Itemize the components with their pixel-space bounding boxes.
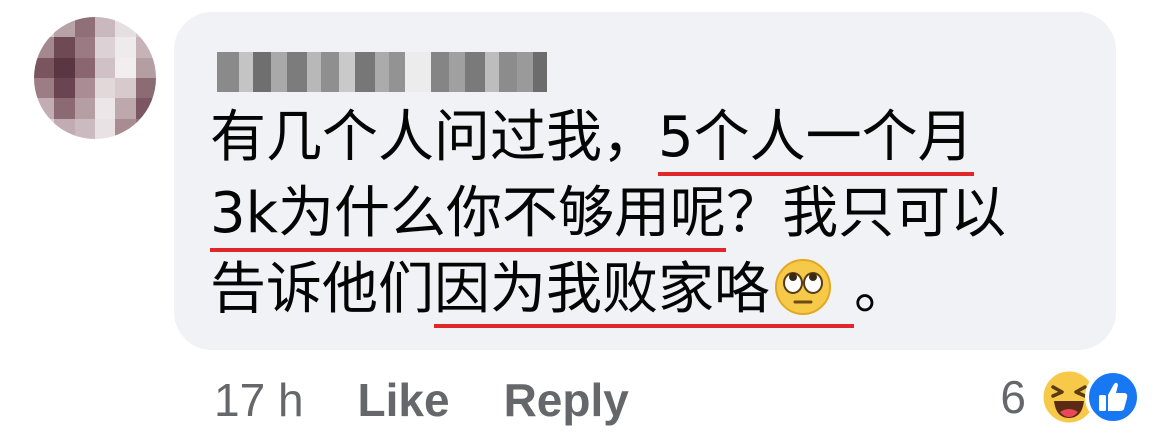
reactions-summary[interactable]: 6 bbox=[1000, 366, 1142, 428]
author-name[interactable] bbox=[217, 52, 547, 92]
reply-button[interactable]: Reply bbox=[504, 373, 629, 427]
underlined-text: 5个人一个月 bbox=[658, 105, 974, 176]
avatar[interactable] bbox=[34, 17, 156, 139]
comment-text: 有几个人问过我，5个人一个月 3k为什么你不够用呢？我只可以 告诉他们因为我败家… bbox=[210, 100, 1090, 328]
comment-line-3: 告诉他们因为我败家咯 。 bbox=[210, 252, 1090, 328]
comment-line-2: 3k为什么你不够用呢？我只可以 bbox=[210, 176, 1090, 252]
reaction-count: 6 bbox=[1000, 371, 1026, 423]
eye-roll-emoji-icon bbox=[775, 259, 831, 315]
underlined-text: 因为我败家咯 bbox=[434, 257, 854, 328]
thumbs-up-reaction-icon bbox=[1085, 369, 1141, 425]
underlined-text: 3k为什么你不够用呢 bbox=[210, 181, 727, 252]
timestamp[interactable]: 17 h bbox=[214, 373, 304, 427]
like-button[interactable]: Like bbox=[358, 373, 450, 427]
comment-line-1: 有几个人问过我，5个人一个月 bbox=[210, 100, 1090, 176]
comment-actions: 17 h Like Reply bbox=[214, 372, 683, 428]
